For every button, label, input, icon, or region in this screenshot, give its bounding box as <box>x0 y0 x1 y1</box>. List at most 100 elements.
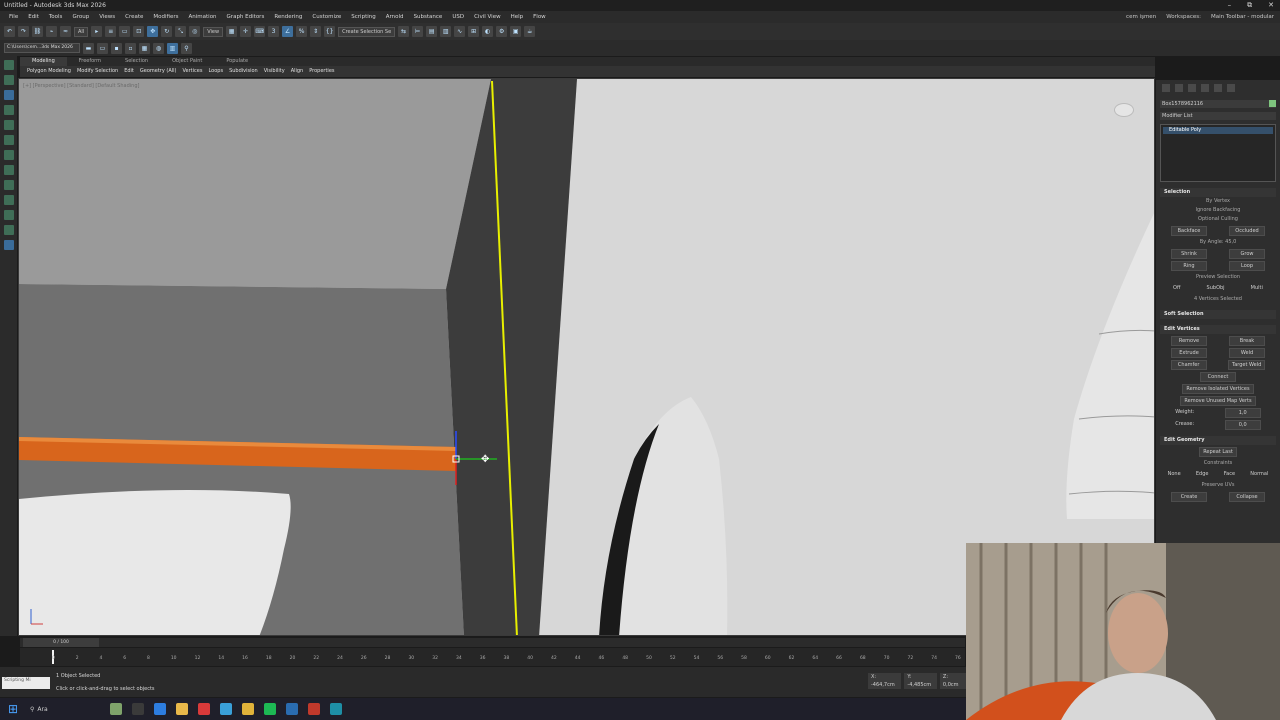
project-path-field[interactable]: C:\Users\cem...3ds Max 2026 <box>4 43 80 53</box>
ribbon-modify-selection[interactable]: Modify Selection <box>74 66 121 77</box>
weld-button[interactable]: Weld <box>1229 348 1265 358</box>
3dsmax-icon[interactable] <box>330 703 342 715</box>
track-bar[interactable]: 0 2 4 6 8 10 12 14 16 18 20 22 24 26 28 30 32 34 36 38 40 42 4… <box>20 648 965 666</box>
task-view-icon[interactable] <box>132 703 144 715</box>
edit-vertices-header[interactable]: Edit Vertices <box>1160 325 1276 334</box>
ribbon-tab-object-paint[interactable]: Object Paint <box>160 57 214 66</box>
tools-icon[interactable]: ⚲ <box>181 42 192 54</box>
select-object-icon[interactable]: ▸ <box>91 26 103 37</box>
stack-item-editable-poly[interactable]: Editable Poly <box>1163 127 1273 134</box>
constraint-edge-radio[interactable]: Edge <box>1196 470 1209 479</box>
menu-edit[interactable]: Edit <box>23 14 44 20</box>
viewcube-icon[interactable] <box>1114 103 1134 117</box>
viewport-label[interactable]: [+] [Perspective] [Standard] [Default Sh… <box>23 83 139 89</box>
motion-tool-icon[interactable] <box>3 210 14 220</box>
create-tab-icon[interactable] <box>1162 84 1170 92</box>
by-angle-field[interactable]: By Angle: 45,0 <box>1160 238 1276 247</box>
workspace-dropdown[interactable]: Main Toolbar - modular <box>1211 11 1274 23</box>
repeat-last-button[interactable]: Repeat Last <box>1199 447 1237 457</box>
chrome-icon[interactable] <box>176 703 188 715</box>
spinner-snap-icon[interactable]: ⇕ <box>310 26 322 37</box>
menu-views[interactable]: Views <box>94 14 120 20</box>
grow-button[interactable]: Grow <box>1229 249 1265 259</box>
pivot-icon[interactable]: ▦ <box>226 26 238 37</box>
ribbon-tab-selection[interactable]: Selection <box>113 57 160 66</box>
mirror-icon[interactable]: ⇆ <box>398 26 410 37</box>
object-name-field[interactable]: Box1578962116 <box>1160 100 1276 108</box>
material-editor-icon[interactable]: ◐ <box>482 26 494 37</box>
break-button[interactable]: Break <box>1229 336 1265 346</box>
manipulate-icon[interactable]: ✛ <box>240 26 252 37</box>
angle-snap-icon[interactable]: ∠ <box>282 26 294 37</box>
ribbon-visibility[interactable]: Visibility <box>261 66 288 77</box>
crease-spinner[interactable]: 0,0 <box>1224 420 1261 430</box>
rect-selection-icon[interactable]: ▭ <box>119 26 131 37</box>
menu-arnold[interactable]: Arnold <box>381 14 409 20</box>
percent-snap-icon[interactable]: % <box>296 26 308 37</box>
select-rotate-icon[interactable]: ↻ <box>161 26 173 37</box>
coord-x-field[interactable]: X: -464,7cm <box>868 673 902 689</box>
menu-help[interactable]: Help <box>506 14 529 20</box>
selection-rollout-header[interactable]: Selection <box>1160 188 1276 197</box>
edit-named-selection-icon[interactable]: {} <box>324 26 336 37</box>
utilities-tool-icon[interactable] <box>3 240 14 250</box>
maxscript-listener[interactable]: Scripting Mi <box>2 677 50 689</box>
render-frame-icon[interactable]: ▣ <box>510 26 522 37</box>
collapse-button[interactable]: Collapse <box>1229 492 1265 502</box>
window-crossing-icon[interactable]: ⊡ <box>133 26 145 37</box>
redo-icon[interactable]: ↷ <box>18 26 29 37</box>
select-by-name-icon[interactable]: ≡ <box>105 26 117 37</box>
layer-explorer-icon[interactable]: ▥ <box>440 26 452 37</box>
user-account[interactable]: cem işmen <box>1126 11 1156 23</box>
display-tab-icon[interactable] <box>1214 84 1222 92</box>
select-tool-icon[interactable] <box>3 90 14 100</box>
menu-group[interactable]: Group <box>67 14 94 20</box>
target-weld-button[interactable]: Target Weld <box>1227 360 1266 370</box>
preview-subobj-radio[interactable]: SubObj <box>1207 284 1225 293</box>
reference-coordinate-dropdown[interactable]: View <box>203 26 224 37</box>
ribbon-polygon-modeling[interactable]: Polygon Modeling <box>24 66 74 77</box>
menu-modifiers[interactable]: Modifiers <box>148 14 183 20</box>
container-icon[interactable]: ▫ <box>125 42 136 54</box>
bind-spacewarp-icon[interactable]: ≈ <box>60 26 71 37</box>
named-selection-dropdown[interactable]: Create Selection Se <box>338 26 396 37</box>
by-vertex-checkbox[interactable]: By Vertex <box>1160 197 1276 206</box>
extrude-button[interactable]: Extrude <box>1171 348 1207 358</box>
object-color-swatch[interactable] <box>1269 100 1276 107</box>
remove-unused-map-verts-button[interactable]: Remove Unused Map Verts <box>1180 396 1256 406</box>
menu-scripting[interactable]: Scripting <box>346 14 380 20</box>
open-project-icon[interactable]: ▭ <box>97 42 108 54</box>
preserve-uvs-checkbox[interactable]: Preserve UVs <box>1160 481 1276 490</box>
ribbon-loops[interactable]: Loops <box>205 66 226 77</box>
selection-filter-dropdown[interactable]: All <box>74 26 89 37</box>
menu-usd[interactable]: USD <box>447 14 469 20</box>
preview-off-radio[interactable]: Off <box>1173 284 1180 293</box>
spotify-icon[interactable] <box>264 703 276 715</box>
select-place-icon[interactable]: ◎ <box>189 26 201 37</box>
utilities-tab-icon[interactable] <box>1227 84 1235 92</box>
hierarchy-tab-icon[interactable] <box>1188 84 1196 92</box>
undo-icon[interactable]: ↶ <box>4 26 15 37</box>
time-slider-thumb[interactable]: 0 / 100 <box>23 638 99 647</box>
helpers-tool-icon[interactable] <box>3 135 14 145</box>
ribbon-tab-modeling[interactable]: Modeling <box>20 57 67 66</box>
time-slider[interactable]: 0 / 100 <box>20 638 965 647</box>
ribbon-tab-freeform[interactable]: Freeform <box>67 57 113 66</box>
remove-button[interactable]: Remove <box>1171 336 1207 346</box>
unlink-icon[interactable]: ⌁ <box>46 26 57 37</box>
menu-substance[interactable]: Substance <box>409 14 448 20</box>
browser-icon[interactable] <box>220 703 232 715</box>
shapes-tool-icon[interactable] <box>3 75 14 85</box>
close-button[interactable]: ✕ <box>1268 0 1274 11</box>
curve-editor-icon[interactable]: ∿ <box>454 26 466 37</box>
menu-file[interactable]: File <box>4 14 23 20</box>
create-tool-icon[interactable] <box>3 60 14 70</box>
opera-icon[interactable] <box>198 703 210 715</box>
schematic-view-icon[interactable]: ⊞ <box>468 26 480 37</box>
ribbon-geometry-all[interactable]: Geometry (All) <box>137 66 180 77</box>
file-explorer-icon[interactable] <box>242 703 254 715</box>
coord-z-field[interactable]: Z: 0,0cm <box>939 673 966 689</box>
create-button[interactable]: Create <box>1171 492 1207 502</box>
ribbon-tab-populate[interactable]: Populate <box>214 57 260 66</box>
taskbar-search[interactable]: ⚲ Ara <box>30 706 100 713</box>
